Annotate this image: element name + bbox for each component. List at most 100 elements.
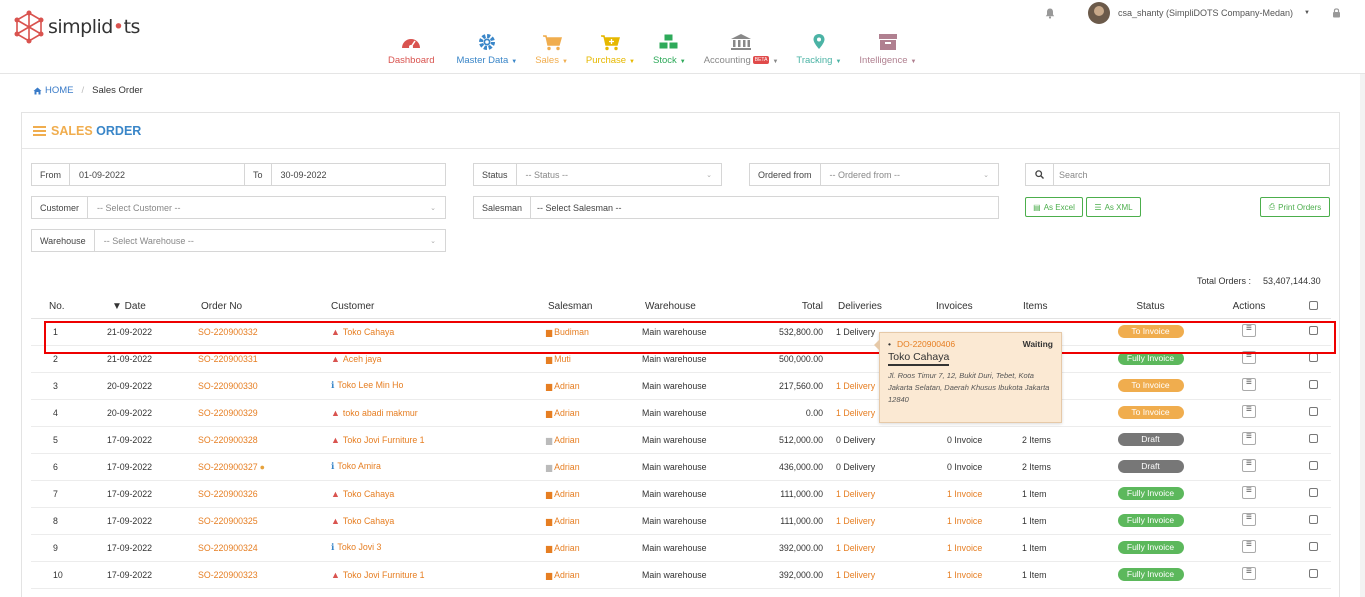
order-no-link[interactable]: SO-220900325 — [198, 516, 258, 526]
to-date-value[interactable]: 30-09-2022 — [272, 170, 445, 180]
print-orders-button[interactable]: ⎙ Print Orders — [1260, 197, 1330, 217]
customer-link[interactable]: Toko Cahaya — [343, 489, 394, 499]
table-row[interactable]: 9 17-09-2022 SO-220900324 ℹ Toko Jovi 3 ▆ Adri… — [31, 534, 1331, 562]
avatar[interactable] — [1087, 2, 1110, 24]
row-items[interactable]: 1 Item — [1016, 507, 1098, 535]
deliveries-link[interactable]: 1 Delivery — [836, 516, 875, 526]
row-checkbox[interactable] — [1308, 461, 1318, 470]
salesman-link[interactable]: Adrian — [554, 435, 579, 445]
order-no-link[interactable]: SO-220900326 — [198, 489, 258, 499]
deliveries-link[interactable]: 1 Delivery — [836, 489, 875, 499]
order-no-link[interactable]: SO-220900330 — [198, 381, 258, 391]
deliveries-link[interactable]: 1 Delivery — [836, 543, 875, 553]
customer-link[interactable]: Toko Cahaya — [343, 516, 394, 526]
row-items[interactable]: 1 Item — [1016, 534, 1098, 562]
invoices-link[interactable]: 0 Invoice — [947, 435, 982, 445]
lock-icon[interactable] — [1332, 7, 1341, 20]
salesman-link[interactable]: Adrian — [554, 489, 579, 499]
export-xml-button[interactable]: ☰ As XML — [1086, 197, 1141, 217]
salesman-link[interactable]: Muti — [554, 354, 571, 364]
nav-master-data[interactable]: Master Data ▼ — [456, 32, 517, 66]
actions-menu-button[interactable] — [1242, 512, 1256, 526]
bell-icon[interactable] — [1042, 4, 1058, 22]
comment-icon[interactable]: ● — [260, 462, 265, 472]
table-row[interactable]: 8 17-09-2022 SO-220900325 ▲ Toko Cahaya ▆ Adri… — [31, 507, 1331, 535]
actions-menu-button[interactable] — [1242, 377, 1256, 391]
customer-link[interactable]: Aceh jaya — [343, 354, 382, 364]
table-row[interactable]: 4 20-09-2022 SO-220900329 ▲ toko abadi makmu… — [31, 399, 1331, 427]
nav-intelligence[interactable]: Intelligence ▼ — [859, 32, 916, 66]
row-items[interactable]: 2 Items — [1016, 453, 1098, 481]
customer-link[interactable]: Toko Amira — [337, 461, 381, 471]
customer-link[interactable]: Toko Jovi Furniture 1 — [343, 570, 425, 580]
col-date[interactable]: ▼ Date — [82, 296, 180, 319]
user-name[interactable]: csa_shanty (SimpliDOTS Company-Medan) — [1118, 8, 1293, 18]
export-excel-button[interactable]: ▤ As Excel — [1025, 197, 1083, 217]
row-checkbox[interactable] — [1308, 434, 1318, 443]
actions-menu-button[interactable] — [1242, 404, 1256, 418]
to-date-field[interactable]: To 30-09-2022 — [244, 163, 446, 186]
table-row[interactable]: 6 17-09-2022 SO-220900327 ● ℹ Toko Amira ▆ Adri… — [31, 453, 1331, 481]
row-items[interactable]: 1 Item — [1016, 561, 1098, 589]
logo[interactable]: simplid•ts — [12, 10, 140, 44]
table-row[interactable]: 5 17-09-2022 SO-220900328 ▲ Toko Jovi Furnit… — [31, 426, 1331, 454]
table-row[interactable]: 7 17-09-2022 SO-220900326 ▲ Toko Cahaya ▆ Adri… — [31, 480, 1331, 508]
invoices-link[interactable]: 0 Invoice — [947, 462, 982, 472]
actions-menu-button[interactable] — [1242, 539, 1256, 553]
deliveries-link[interactable]: 0 Delivery — [836, 462, 875, 472]
order-no-link[interactable]: SO-220900329 — [198, 408, 258, 418]
row-checkbox[interactable] — [1308, 380, 1318, 389]
deliveries-link[interactable]: 1 Delivery — [836, 570, 875, 580]
from-date-value[interactable]: 01-09-2022 — [70, 170, 244, 180]
deliveries-link[interactable]: 0 Delivery — [836, 435, 875, 445]
ordered-from-select[interactable]: Ordered from -- Ordered from -- ⌄ — [749, 163, 999, 186]
customer-select[interactable]: Customer -- Select Customer -- ⌄ — [31, 196, 446, 219]
nav-tracking[interactable]: Tracking ▼ — [796, 32, 841, 66]
nav-sales[interactable]: Sales ▼ — [535, 32, 568, 66]
order-no-link[interactable]: SO-220900323 — [198, 570, 258, 580]
warehouse-select[interactable]: Warehouse -- Select Warehouse -- ⌄ — [31, 229, 446, 252]
search-input[interactable]: Search — [1054, 170, 1329, 180]
col-total[interactable]: Total — [733, 296, 833, 319]
breadcrumb-home[interactable]: HOME — [33, 85, 74, 96]
actions-menu-button[interactable] — [1242, 566, 1256, 580]
salesman-link[interactable]: Adrian — [554, 408, 579, 418]
row-checkbox[interactable] — [1308, 569, 1318, 578]
customer-link[interactable]: Toko Lee Min Ho — [337, 380, 403, 390]
status-select[interactable]: Status -- Status -- ⌄ — [473, 163, 722, 186]
salesman-link[interactable]: Adrian — [554, 516, 579, 526]
row-items[interactable]: 2 Items — [1016, 426, 1098, 454]
row-checkbox[interactable] — [1308, 542, 1318, 551]
customer-link[interactable]: toko abadi makmur — [343, 408, 418, 418]
customer-link[interactable]: Toko Jovi Furniture 1 — [343, 435, 425, 445]
chevron-down-icon[interactable]: ▼ — [1304, 10, 1310, 16]
invoices-link[interactable]: 1 Invoice — [947, 516, 982, 526]
invoices-link[interactable]: 1 Invoice — [947, 543, 982, 553]
col-order-no[interactable]: Order No — [180, 296, 312, 319]
actions-menu-button[interactable] — [1242, 485, 1256, 499]
row-checkbox[interactable] — [1308, 515, 1318, 524]
from-date-field[interactable]: From 01-09-2022 — [31, 163, 245, 186]
nav-accounting[interactable]: Accounting BETA ▼ — [704, 32, 778, 66]
salesman-select[interactable]: Salesman -- Select Salesman -- — [473, 196, 999, 219]
invoices-link[interactable]: 1 Invoice — [947, 489, 982, 499]
order-no-link[interactable]: SO-220900324 — [198, 543, 258, 553]
col-salesman[interactable]: Salesman — [528, 296, 625, 319]
row-checkbox[interactable] — [1308, 407, 1318, 416]
table-row[interactable]: 3 20-09-2022 SO-220900330 ℹ Toko Lee Min Ho ▆… — [31, 372, 1331, 400]
select-all-checkbox[interactable] — [1308, 300, 1318, 310]
nav-dashboard[interactable]: Dashboard — [388, 32, 434, 66]
order-no-link[interactable]: SO-220900327 — [198, 462, 258, 472]
popup-delivery-link[interactable]: DO-220900406 — [888, 339, 955, 349]
salesman-placeholder[interactable]: -- Select Salesman -- — [531, 203, 998, 213]
col-customer[interactable]: Customer — [312, 296, 528, 319]
actions-menu-button[interactable] — [1242, 458, 1256, 472]
page-scrollbar[interactable] — [1360, 74, 1365, 597]
salesman-link[interactable]: Adrian — [554, 570, 579, 580]
search-field[interactable]: Search — [1025, 163, 1330, 186]
row-checkbox[interactable] — [1308, 488, 1318, 497]
deliveries-link[interactable]: 1 Delivery — [836, 408, 875, 418]
deliveries-link[interactable]: 1 Delivery — [836, 381, 875, 391]
order-no-link[interactable]: SO-220900328 — [198, 435, 258, 445]
invoices-link[interactable]: 1 Invoice — [947, 570, 982, 580]
